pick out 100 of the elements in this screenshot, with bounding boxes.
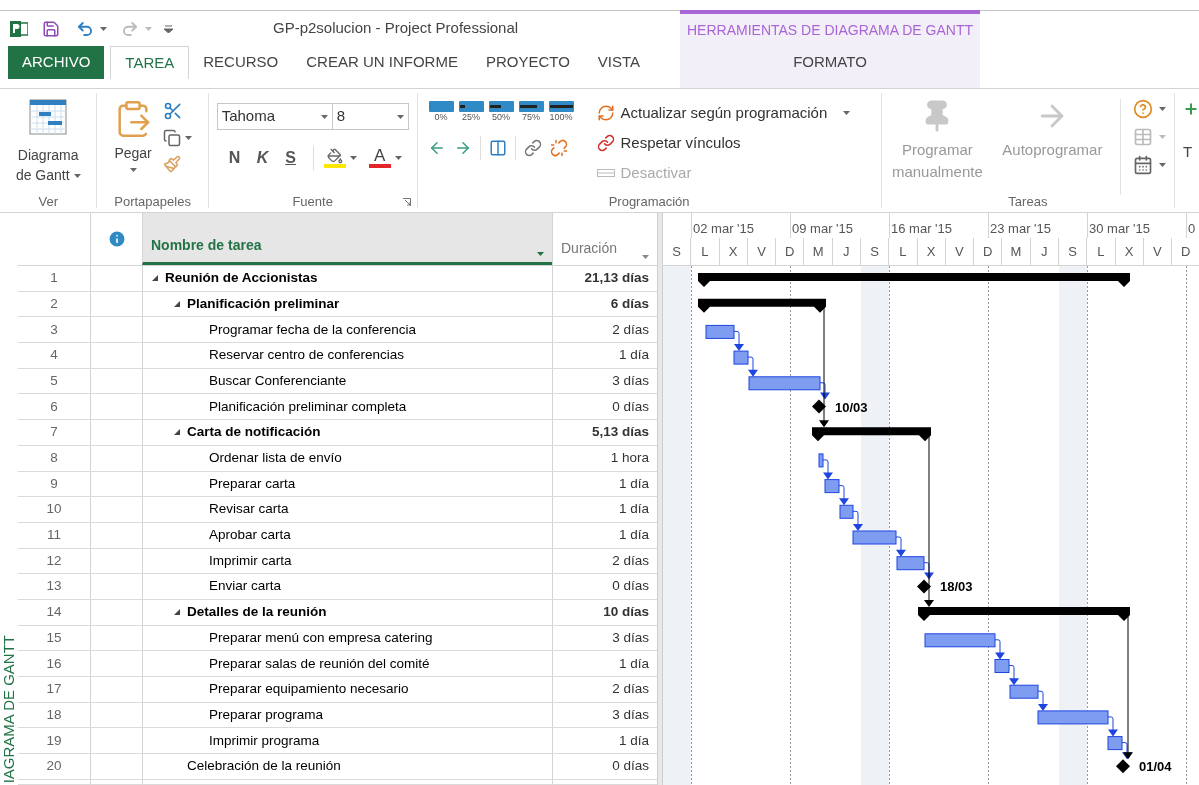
collapse-triangle-icon[interactable] xyxy=(173,608,181,617)
split-task-button[interactable] xyxy=(488,139,507,157)
info-icon xyxy=(106,229,127,249)
task-name: Reservar centro de conferencias xyxy=(209,346,405,365)
task-name: Planificación preliminar completa xyxy=(209,397,407,416)
dialog-launcher-icon[interactable] xyxy=(402,198,411,206)
task-duration: 2 días xyxy=(612,320,649,339)
contextual-group-title: HERRAMIENTAS DE DIAGRAMA DE GANTT xyxy=(687,20,973,40)
plus-icon[interactable] xyxy=(1183,101,1199,117)
task-bar xyxy=(1037,710,1109,725)
collapse-triangle-icon[interactable] xyxy=(173,300,181,309)
copy-button[interactable] xyxy=(163,129,182,147)
ribbon-button-label[interactable]: T xyxy=(1183,141,1199,164)
caret-icon xyxy=(1158,107,1166,111)
collapse-triangle-icon[interactable] xyxy=(151,274,159,283)
day-label: D xyxy=(785,242,795,261)
unlink-button[interactable] xyxy=(549,139,568,157)
ribbon-tab[interactable]: ARCHIVO xyxy=(8,46,105,79)
ribbon-tab[interactable]: CREAR UN INFORME xyxy=(292,46,472,79)
ribbon-group-label: Portapapeles xyxy=(114,195,191,208)
milestone-date: 10/03 xyxy=(835,399,868,415)
font-color-button[interactable]: A xyxy=(368,148,391,168)
ribbon-group-label: Fuente xyxy=(292,195,333,208)
row-number: 8 xyxy=(49,449,59,468)
percent-complete-button[interactable]: 0% xyxy=(427,101,455,122)
task-duration: 2 días xyxy=(612,551,649,570)
task-name: Detalles de la reunión xyxy=(187,603,327,622)
font-style-button[interactable]: N xyxy=(222,146,247,170)
ribbon-tab[interactable]: RECURSO xyxy=(189,46,293,79)
paste-button[interactable]: Pegar xyxy=(113,99,154,195)
customize-toolbar-icon[interactable] xyxy=(164,24,173,33)
highlight-color-button[interactable] xyxy=(323,148,346,168)
caret-icon xyxy=(394,156,402,160)
view-label: IAGRAMA DE GANTT xyxy=(0,634,18,783)
task-bar xyxy=(896,556,925,571)
font-name-dropdown[interactable]: Tahoma xyxy=(216,103,333,130)
row-number: 20 xyxy=(45,757,63,776)
task-name: Celebración de la reunión xyxy=(187,757,341,776)
row-number: 15 xyxy=(45,628,63,647)
task-bar xyxy=(924,633,996,648)
task-name: Imprimir carta xyxy=(209,551,292,570)
task-bar xyxy=(818,453,824,468)
percent-complete-button[interactable]: 75% xyxy=(517,101,545,122)
link-arrow xyxy=(838,485,849,506)
caret-icon xyxy=(642,255,649,259)
row-number: 10 xyxy=(45,500,63,519)
task-duration: 0 días xyxy=(612,397,649,416)
day-label: L xyxy=(701,242,709,261)
schedule-command-button[interactable]: Actualizar según programación xyxy=(596,101,851,125)
link-arrow xyxy=(895,536,906,557)
task-bar xyxy=(733,350,749,365)
ribbon-tab[interactable]: PROYECTO xyxy=(471,46,584,79)
link-arrow xyxy=(1037,690,1048,711)
app-logo-icon xyxy=(10,19,28,38)
ribbon-tab[interactable]: VISTA xyxy=(583,46,655,79)
row-number: 14 xyxy=(45,603,63,622)
caret-icon xyxy=(129,168,137,172)
task-bar xyxy=(1107,736,1123,751)
task-duration: 3 días xyxy=(612,628,649,647)
ribbon-group-label: Programación xyxy=(608,195,690,208)
percent-complete-button[interactable]: 100% xyxy=(547,101,575,122)
collapse-triangle-icon[interactable] xyxy=(173,428,181,437)
task-name: Revisar carta xyxy=(209,500,289,519)
font-style-button[interactable]: K xyxy=(250,146,275,170)
font-style-button[interactable]: S xyxy=(278,146,303,170)
task-duration: 1 día xyxy=(618,654,649,673)
percent-complete-button[interactable]: 50% xyxy=(487,101,515,122)
question-icon[interactable] xyxy=(1132,99,1153,119)
percent-complete-button[interactable]: 25% xyxy=(457,101,485,122)
task-duration: 1 día xyxy=(618,346,649,365)
column-header[interactable]: Nombre de tarea xyxy=(142,213,552,265)
link-button[interactable] xyxy=(523,139,542,157)
week-label: 23 mar '15 xyxy=(989,219,1051,238)
caret-icon xyxy=(73,174,81,179)
row-number: 5 xyxy=(49,371,59,390)
task-duration: 6 días xyxy=(610,294,649,313)
day-label: V xyxy=(1153,242,1162,261)
task-name: Preparar salas de reunión del comité xyxy=(209,654,430,673)
week-label: 30 mar '15 xyxy=(1088,219,1150,238)
task-name: Ordenar lista de envío xyxy=(209,449,342,468)
day-label: V xyxy=(757,242,766,261)
task-duration: 1 día xyxy=(618,526,649,545)
ribbon-tab[interactable]: FORMATO xyxy=(680,46,980,79)
gantt-view-button[interactable]: Diagrama de Gantt xyxy=(8,99,89,185)
task-name: Programar fecha de la conferencia xyxy=(209,320,417,339)
calendar-icon[interactable] xyxy=(1132,155,1153,175)
schedule-command-button[interactable]: Respetar vínculos xyxy=(596,131,851,155)
task-name: Preparar programa xyxy=(209,705,324,724)
task-bar xyxy=(994,659,1010,673)
day-label: X xyxy=(1124,242,1134,261)
day-label: J xyxy=(1041,242,1048,261)
ribbon-tab[interactable]: TAREA xyxy=(110,46,190,79)
task-duration: 1 día xyxy=(618,474,649,493)
row-number: 7 xyxy=(49,423,59,442)
row-number: 1 xyxy=(49,269,59,288)
font-size-dropdown[interactable]: 8 xyxy=(332,103,409,130)
refresh-icon xyxy=(596,104,615,122)
task-duration: 2 días xyxy=(612,680,649,699)
task-name: Enviar carta xyxy=(209,577,282,596)
week-label: 02 mar '15 xyxy=(692,219,754,238)
